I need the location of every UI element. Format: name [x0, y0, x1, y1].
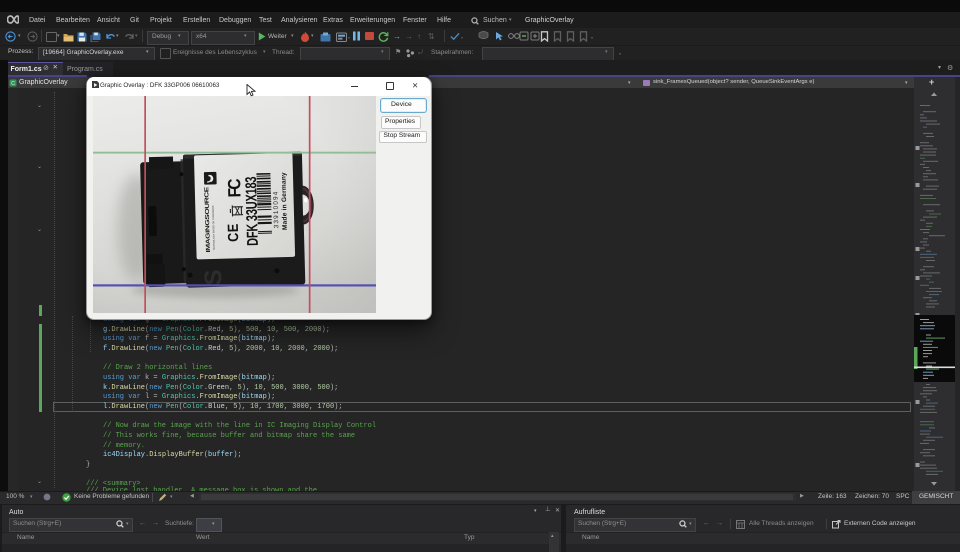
svg-text:33910094: 33910094 — [272, 190, 280, 228]
svg-text:CE: CE — [224, 223, 241, 242]
svg-text:C: C — [11, 81, 15, 87]
svg-text:S: S — [199, 269, 226, 286]
